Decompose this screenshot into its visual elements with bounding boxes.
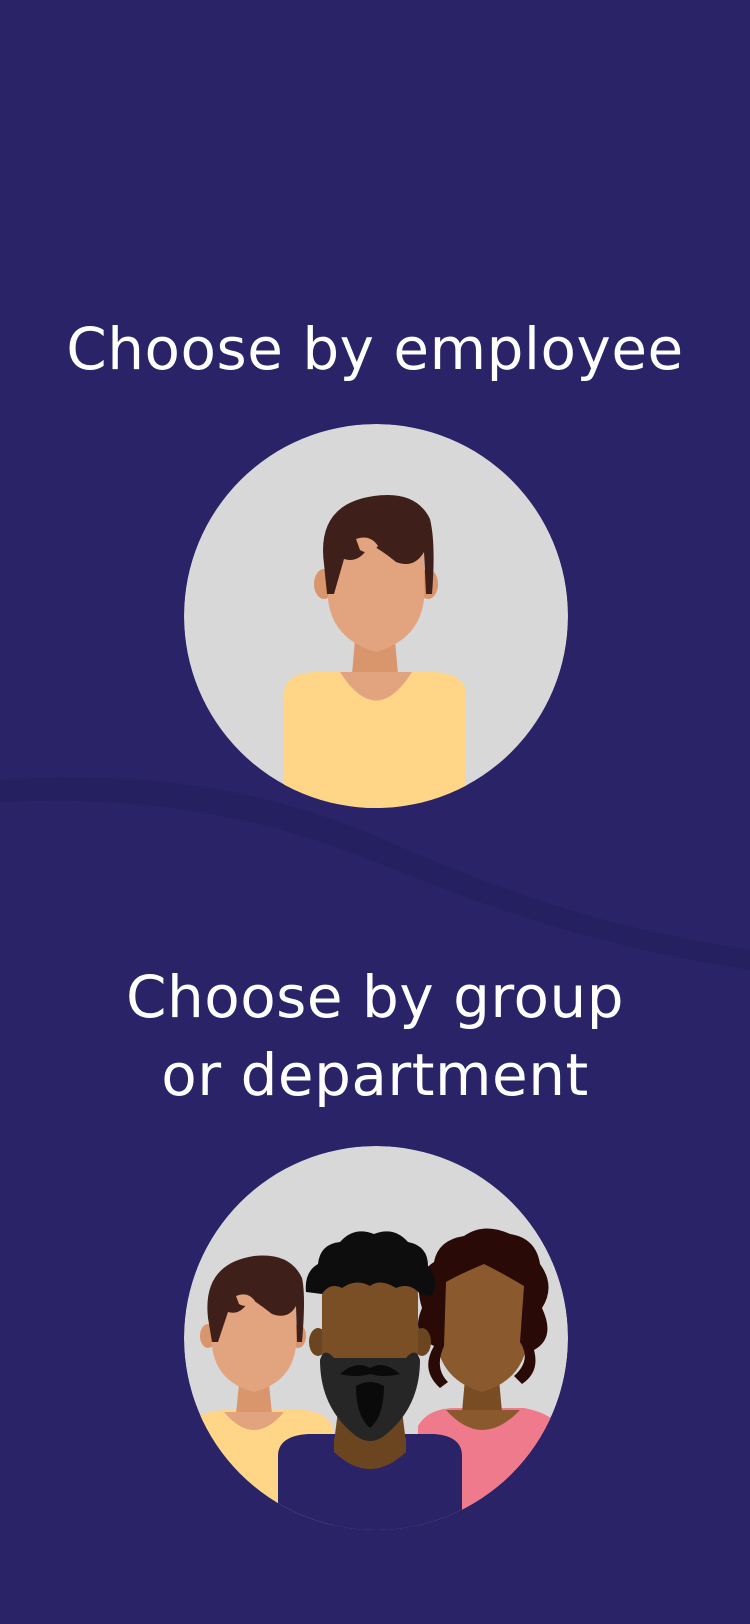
person-avatar-icon [184,424,568,808]
choose-by-group-button[interactable] [184,1146,568,1530]
choose-by-employee-button[interactable] [184,424,568,808]
group-avatar-icon [184,1146,568,1530]
choose-by-group-title: Choose by group or department [0,958,750,1114]
choose-by-group-title-line2: or department [161,1041,589,1109]
choose-by-group-title-line1: Choose by group [125,963,625,1031]
choose-by-employee-title: Choose by employee [66,315,684,383]
